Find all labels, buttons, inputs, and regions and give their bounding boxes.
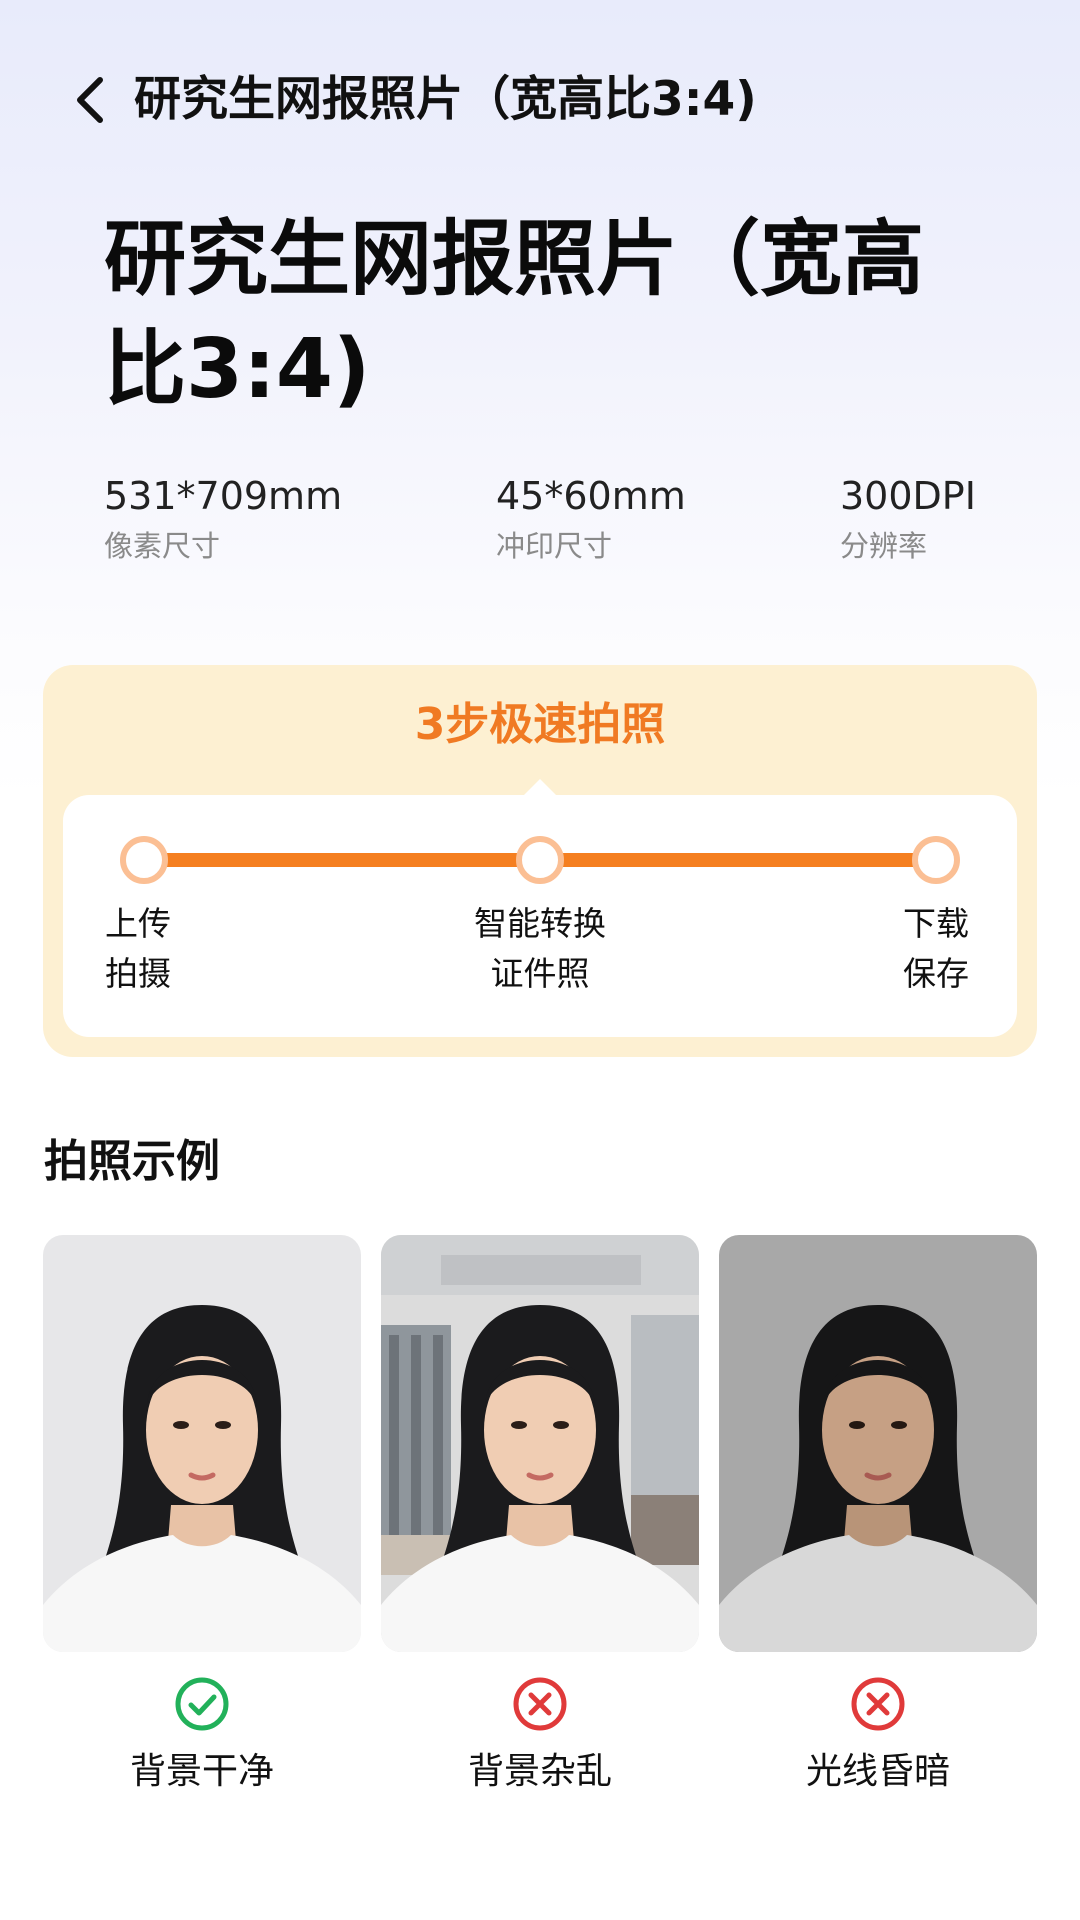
spec-print-size: 45*60mm 冲印尺寸: [496, 470, 686, 568]
examples-title: 拍照示例: [44, 1136, 220, 1187]
example-dim-lighting: 光线昏暗: [719, 1235, 1037, 1800]
spec-pixel-size: 531*709mm 像素尺寸: [104, 470, 342, 568]
step-dot-2: [516, 836, 564, 884]
example-photo: [719, 1235, 1037, 1652]
step-label-1: 上传 拍摄: [105, 899, 171, 999]
steps-notch: [522, 779, 558, 797]
spec-row: 531*709mm 像素尺寸 45*60mm 冲印尺寸 300DPI 分辨率: [0, 470, 1080, 580]
example-cluttered-background: 背景杂乱: [381, 1235, 699, 1800]
step-label-2: 智能转换 证件照: [440, 899, 640, 999]
spec-value: 45*60mm: [496, 474, 686, 518]
status-row: [43, 1674, 361, 1734]
step-label-line: 保存: [903, 954, 969, 993]
step-label-line: 智能转换: [474, 904, 606, 943]
step-label-line: 拍摄: [105, 954, 171, 993]
back-button[interactable]: [62, 72, 118, 128]
portrait-image: [719, 1235, 1037, 1652]
x-circle-icon: [851, 1677, 905, 1731]
steps-title: 3步极速拍照: [414, 699, 666, 750]
step-label-3: 下载 保存: [891, 899, 981, 999]
steps-panel: 上传 拍摄 智能转换 证件照 下载 保存: [63, 779, 1017, 1037]
nav-title: 研究生网报照片（宽高比3:4): [134, 72, 757, 127]
spec-value: 300DPI: [840, 474, 976, 518]
example-photo: [381, 1235, 699, 1652]
example-label: 背景干净: [129, 1751, 274, 1792]
spec-resolution: 300DPI 分辨率: [840, 470, 976, 568]
step-dot-1: [120, 836, 168, 884]
spec-label: 分辨率: [840, 529, 928, 563]
example-label: 背景杂乱: [467, 1751, 612, 1792]
step-label-line: 上传: [105, 904, 171, 943]
chevron-left-icon: [77, 77, 103, 123]
spec-label: 冲印尺寸: [496, 529, 613, 563]
example-clean-background: 背景干净: [43, 1235, 361, 1800]
x-circle-icon: [513, 1677, 567, 1731]
portrait-image: [43, 1235, 361, 1652]
steps-card: 3步极速拍照 上传 拍摄 智能转换 证件照 下载 保存: [43, 665, 1037, 1057]
example-photo: [43, 1235, 361, 1652]
step-label-line: 下载: [903, 904, 969, 943]
spec-label: 像素尺寸: [104, 529, 221, 563]
top-nav: 研究生网报照片（宽高比3:4): [0, 60, 1080, 140]
status-row: [381, 1674, 699, 1734]
check-circle-icon: [175, 1677, 229, 1731]
portrait-image: [381, 1235, 699, 1652]
spec-value: 531*709mm: [104, 474, 343, 518]
step-label-line: 证件照: [490, 954, 590, 993]
step-dot-3: [912, 836, 960, 884]
example-label: 光线昏暗: [805, 1751, 950, 1792]
page-title: 研究生网报照片（宽高比3:4): [104, 212, 925, 417]
status-row: [719, 1674, 1037, 1734]
